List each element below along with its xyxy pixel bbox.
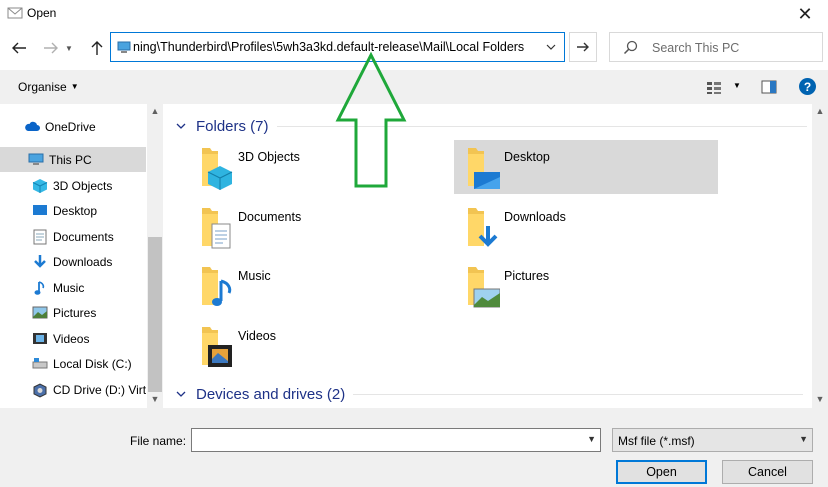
- envelope-icon: [7, 6, 23, 20]
- document-icon: [32, 229, 48, 245]
- search-icon: [623, 40, 639, 59]
- caret-down-icon: ▼: [70, 82, 79, 91]
- sidebar-item-downloads[interactable]: Downloads: [0, 249, 146, 274]
- sidebar-item-documents[interactable]: Documents: [0, 224, 146, 249]
- sidebar-item-music[interactable]: Music: [0, 275, 146, 300]
- download-icon: [32, 254, 48, 270]
- folder-tile-downloads[interactable]: Downloads: [454, 200, 718, 254]
- navigation-pane: OneDrive This PC 3D Objects Desktop Docu…: [0, 104, 164, 408]
- sidebar-item-pictures[interactable]: Pictures: [0, 300, 146, 325]
- cube-icon: [32, 178, 48, 194]
- file-name-label: File name:: [130, 434, 187, 448]
- picture-icon: [32, 305, 48, 321]
- folder-tile-documents[interactable]: Documents: [188, 200, 452, 254]
- sidebar-item-onedrive[interactable]: OneDrive: [0, 114, 146, 139]
- folders-group-title: Folders (7): [196, 117, 269, 135]
- desktop-icon: [32, 203, 48, 219]
- search-box[interactable]: [609, 32, 823, 62]
- forward-button[interactable]: [40, 36, 62, 60]
- address-dropdown-button[interactable]: [538, 33, 564, 61]
- music-note-icon: [32, 280, 48, 296]
- annotation-up-arrow: [335, 52, 407, 188]
- close-button[interactable]: ✕: [782, 0, 828, 28]
- chevron-down-icon: ▼: [799, 434, 808, 444]
- scroll-down-icon[interactable]: ▼: [148, 394, 162, 408]
- chevron-down-icon: [176, 391, 190, 397]
- preview-pane-icon[interactable]: [761, 80, 777, 97]
- view-options-icon[interactable]: [706, 81, 722, 98]
- folder-desktop-icon: [460, 144, 500, 190]
- navigation-bar: ▼ ning\Thunderbird\Profiles\5wh3a3kd.def…: [0, 28, 828, 70]
- go-button[interactable]: [569, 32, 597, 62]
- search-input[interactable]: [652, 39, 812, 57]
- address-path[interactable]: ning\Thunderbird\Profiles\5wh3a3kd.defau…: [133, 40, 524, 54]
- scroll-up-icon[interactable]: ▲: [148, 106, 162, 120]
- folder-downloads-icon: [460, 204, 500, 250]
- navigation-pane-scroll-thumb[interactable]: [148, 237, 162, 392]
- group-divider: [353, 394, 804, 395]
- dialog-footer: File name: ▼ Msf file (*.msf) ▼ Open Can…: [0, 408, 828, 487]
- chevron-down-icon[interactable]: ▼: [587, 434, 596, 444]
- chevron-down-icon: [546, 44, 556, 50]
- folder-tile-3d-objects[interactable]: 3D Objects: [188, 140, 452, 194]
- help-icon[interactable]: ?: [799, 78, 816, 95]
- scroll-up-icon[interactable]: ▲: [813, 106, 827, 116]
- open-button[interactable]: Open: [616, 460, 707, 484]
- forward-arrow-icon: [44, 42, 58, 54]
- sidebar-item-this-pc[interactable]: This PC: [0, 147, 146, 172]
- back-button[interactable]: [8, 36, 30, 60]
- scroll-down-icon[interactable]: ▼: [813, 394, 827, 404]
- up-arrow-icon: [91, 41, 103, 55]
- computer-icon: [116, 41, 132, 55]
- file-type-value: Msf file (*.msf): [618, 434, 695, 448]
- organise-button[interactable]: Organise ▼: [18, 80, 79, 94]
- computer-icon: [28, 152, 44, 168]
- organise-label: Organise: [18, 80, 67, 94]
- folder-videos-icon: [194, 323, 234, 369]
- cancel-button[interactable]: Cancel: [722, 460, 813, 484]
- folder-tile-music[interactable]: Music: [188, 259, 452, 313]
- sidebar-item-desktop[interactable]: Desktop: [0, 198, 146, 223]
- go-arrow-icon: [577, 42, 589, 52]
- up-button[interactable]: [86, 36, 108, 60]
- cd-drive-icon: [32, 382, 48, 398]
- sidebar-item-videos[interactable]: Videos: [0, 326, 146, 351]
- close-icon: ✕: [797, 3, 813, 24]
- file-name-field[interactable]: ▼: [191, 428, 601, 452]
- film-icon: [32, 331, 48, 347]
- folders-group-header[interactable]: Folders (7): [176, 116, 807, 136]
- file-list-pane: Folders (7) 3D Objects Desktop Documents…: [164, 104, 812, 408]
- file-name-input[interactable]: [195, 432, 575, 448]
- devices-group-header[interactable]: Devices and drives (2): [176, 384, 804, 404]
- drive-icon: [32, 356, 48, 372]
- view-dropdown-caret-icon[interactable]: ▼: [733, 81, 741, 90]
- command-bar: Organise ▼ ▼ ?: [0, 70, 828, 104]
- sidebar-item-3d-objects[interactable]: 3D Objects: [0, 173, 146, 198]
- folder-tile-pictures[interactable]: Pictures: [454, 259, 718, 313]
- window-title: Open: [27, 6, 57, 20]
- folder-3d-objects-icon: [194, 144, 234, 190]
- recent-locations-button[interactable]: ▼: [62, 36, 76, 60]
- folder-pictures-icon: [460, 263, 501, 309]
- file-type-select[interactable]: Msf file (*.msf) ▼: [612, 428, 813, 452]
- folder-documents-icon: [194, 204, 234, 250]
- chevron-down-icon: ▼: [65, 43, 73, 53]
- folder-music-icon: [194, 263, 234, 309]
- devices-group-title: Devices and drives (2): [196, 385, 346, 403]
- title-bar: Open ✕: [0, 0, 828, 28]
- folder-tile-desktop[interactable]: Desktop: [454, 140, 718, 194]
- sidebar-item-cd-drive[interactable]: CD Drive (D:) Virt: [0, 377, 146, 402]
- back-arrow-icon: [12, 42, 26, 54]
- folder-tile-videos[interactable]: Videos: [188, 319, 452, 373]
- file-list-scrollbar[interactable]: [812, 104, 828, 408]
- chevron-down-icon: [176, 123, 190, 129]
- sidebar-item-local-disk[interactable]: Local Disk (C:): [0, 351, 146, 376]
- cloud-icon: [24, 119, 40, 135]
